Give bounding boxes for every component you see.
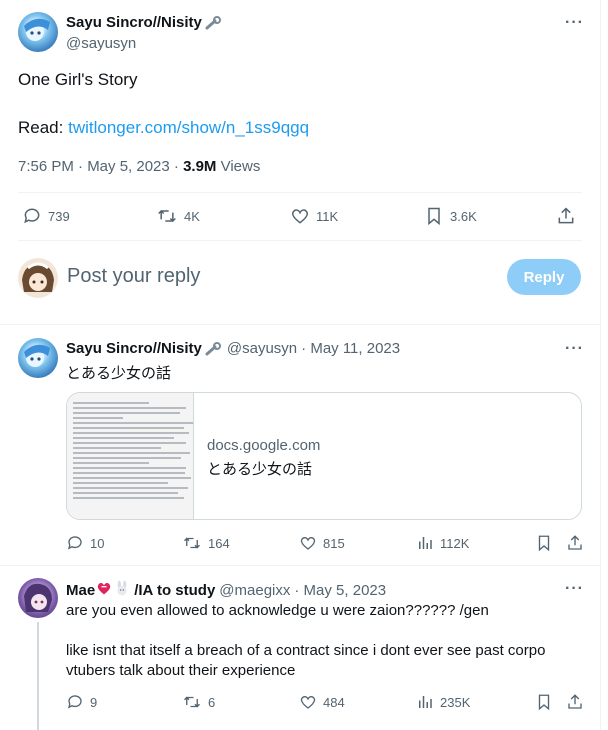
bookmark-action[interactable]: [535, 693, 559, 711]
document-thumbnail: [67, 393, 194, 519]
like-count: 484: [323, 694, 345, 710]
rabbit-emoji-icon: [114, 580, 130, 600]
avatar[interactable]: [18, 338, 58, 378]
reply-count: 739: [48, 208, 70, 224]
wrench-icon: [205, 15, 223, 30]
reply-text: とある少女の話: [66, 364, 172, 382]
reply-icon: [22, 206, 42, 226]
heart-icon: [299, 534, 317, 552]
column-border: [600, 0, 601, 730]
card-title: とある少女の話: [207, 460, 313, 478]
views-action[interactable]: 112K: [416, 534, 469, 552]
share-action[interactable]: [556, 206, 582, 226]
retweet-icon: [156, 206, 178, 226]
bookmark-action[interactable]: [535, 534, 559, 552]
bookmark-icon: [535, 534, 553, 552]
retweet-action[interactable]: 164: [182, 534, 230, 552]
reply-count: 10: [90, 535, 105, 551]
tweet-text: One Girl's Story: [18, 70, 138, 89]
post-date[interactable]: · May 11, 2023: [301, 340, 400, 357]
avatar[interactable]: [18, 12, 58, 52]
author-name[interactable]: Sayu Sincro//Nisity: [66, 340, 202, 357]
read-label: Read:: [18, 118, 64, 137]
reply-action[interactable]: 10: [66, 534, 104, 552]
author-handle[interactable]: @sayusyn: [66, 35, 136, 52]
views-count: 112K: [440, 535, 470, 551]
retweet-action[interactable]: 6: [182, 693, 215, 711]
reply-action[interactable]: 9: [66, 693, 97, 711]
retweet-count: 6: [208, 694, 216, 710]
user-avatar[interactable]: [18, 258, 58, 298]
post-date[interactable]: · May 5, 2023: [294, 582, 386, 599]
heart-emoji-icon: [96, 581, 112, 599]
twitlonger-link[interactable]: twitlonger.com/show/n_1ss9qgq: [68, 118, 309, 137]
reply-input[interactable]: Post your reply: [67, 265, 200, 288]
retweet-icon: [182, 534, 202, 552]
author-handle[interactable]: @sayusyn: [227, 340, 297, 357]
more-options-icon[interactable]: ···: [565, 14, 584, 32]
bookmark-action[interactable]: 3.6K: [424, 206, 477, 226]
share-icon: [566, 534, 584, 552]
author-name-suffix[interactable]: /IA to study: [134, 582, 215, 599]
more-options-icon[interactable]: ···: [565, 580, 584, 598]
bookmark-icon: [535, 693, 553, 711]
retweet-count: 4K: [184, 208, 200, 224]
reply-action[interactable]: 739: [22, 206, 70, 226]
share-icon: [556, 206, 576, 226]
views-label: Views: [220, 158, 261, 175]
share-icon: [566, 693, 584, 711]
more-options-icon[interactable]: ···: [565, 340, 584, 358]
like-action[interactable]: 484: [299, 693, 345, 711]
bookmark-icon: [424, 206, 444, 226]
link-card[interactable]: docs.google.com とある少女の話: [66, 392, 582, 520]
like-action[interactable]: 11K: [290, 206, 338, 226]
reply-icon: [66, 534, 84, 552]
timestamp[interactable]: 7:56 PM · May 5, 2023 ·: [18, 158, 179, 175]
wrench-icon: [205, 341, 223, 356]
bookmark-count: 3.6K: [450, 208, 477, 224]
share-action[interactable]: [566, 534, 590, 552]
heart-icon: [299, 693, 317, 711]
views-count: 235K: [440, 694, 471, 710]
reply-button[interactable]: Reply: [507, 259, 581, 295]
views-action[interactable]: 235K: [416, 693, 470, 711]
avatar[interactable]: [18, 578, 58, 618]
heart-icon: [290, 206, 310, 226]
like-count: 11K: [316, 208, 339, 224]
card-domain: docs.google.com: [207, 437, 321, 454]
like-action[interactable]: 815: [299, 534, 345, 552]
author-name[interactable]: Sayu Sincro//Nisity: [66, 14, 202, 31]
views-count: 3.9M: [183, 158, 217, 175]
share-action[interactable]: [566, 693, 590, 711]
like-count: 815: [323, 535, 345, 551]
author-name[interactable]: Mae: [66, 582, 95, 599]
retweet-count: 164: [208, 535, 230, 551]
thread-line: [37, 622, 39, 730]
reply-icon: [66, 693, 84, 711]
bar-chart-icon: [416, 693, 434, 711]
author-handle[interactable]: @maegixx: [219, 582, 290, 599]
reply-text: are you even allowed to acknowledge u we…: [66, 602, 489, 619]
retweet-action[interactable]: 4K: [156, 206, 200, 226]
reply-count: 9: [90, 694, 98, 710]
bar-chart-icon: [416, 534, 434, 552]
reply-text-continued: like isnt that itself a breach of a cont…: [66, 642, 546, 679]
retweet-icon: [182, 693, 202, 711]
